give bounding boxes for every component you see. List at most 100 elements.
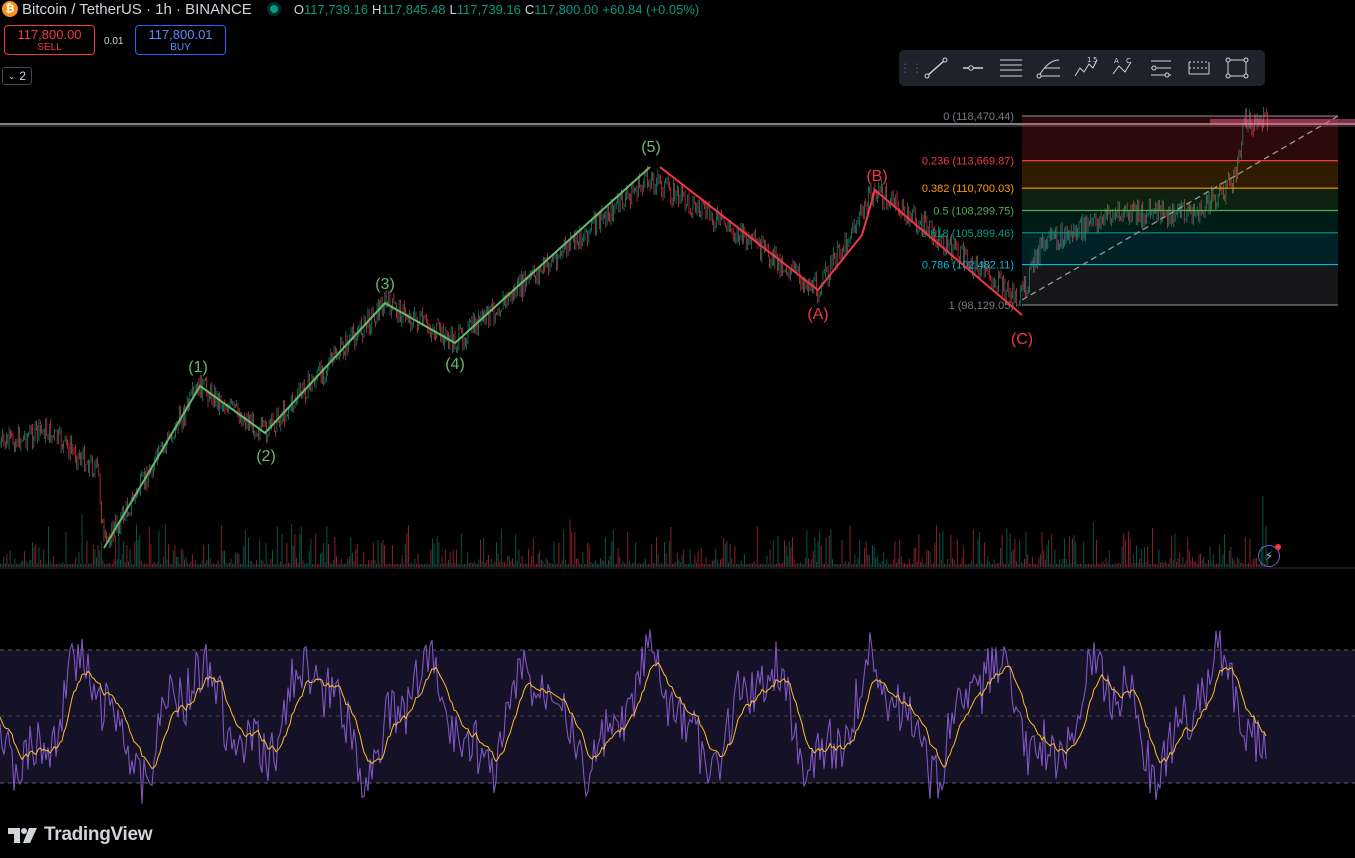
volume-bar <box>713 559 715 567</box>
volume-bar <box>180 548 182 567</box>
volume-bar <box>379 563 381 567</box>
volume-bar <box>60 563 62 567</box>
volume-bar <box>110 563 112 567</box>
volume-bar <box>1132 554 1134 567</box>
volume-bar <box>736 563 737 567</box>
volume-bar <box>992 564 993 567</box>
volume-bar <box>804 557 806 567</box>
volume-bar <box>1116 563 1118 567</box>
sell-button[interactable]: 117,800.00 SELL <box>4 25 95 55</box>
symbol-title[interactable]: Bitcoin / TetherUS · 1h · BINANCE <box>22 1 252 18</box>
volume-bar <box>766 555 768 567</box>
volume-bar <box>720 559 721 567</box>
volume-bar <box>0 563 1 567</box>
volume-bar <box>41 563 43 567</box>
volume-bar <box>374 560 376 567</box>
volume-bar <box>292 545 294 567</box>
indicators-collapse-button[interactable]: ⌄ 2 <box>2 67 32 85</box>
parallel-channel-icon[interactable] <box>992 53 1030 83</box>
volume-bar <box>163 556 165 567</box>
volume-bar <box>315 533 317 567</box>
elliott-impulse-icon[interactable]: 15 <box>1067 53 1105 83</box>
chart-canvas[interactable]: 0 (118,470.44) 0.236 (113,669.87) 0.382 (1… <box>0 0 1355 858</box>
horizontal-ray-icon[interactable] <box>955 53 993 83</box>
volume-bar <box>321 552 323 567</box>
volume-bar <box>524 563 526 567</box>
volume-bar <box>1073 535 1075 567</box>
volume-bar <box>443 563 445 567</box>
volume-bar <box>564 559 566 567</box>
volume-bar <box>876 555 878 567</box>
trend-line-icon[interactable] <box>917 53 955 83</box>
volume-bar <box>56 563 57 567</box>
volume-bar <box>356 543 358 567</box>
volume-bar <box>288 562 289 567</box>
buy-button[interactable]: 117,800.01 BUY <box>135 25 226 55</box>
volume-bar <box>3 556 5 567</box>
volume-bar <box>134 541 136 567</box>
volume-bar <box>897 558 899 567</box>
volume-bar <box>832 559 833 567</box>
volume-bar <box>929 551 931 567</box>
volume-bar <box>710 563 712 567</box>
volume-bar <box>1084 563 1086 567</box>
volume-bar <box>649 563 651 567</box>
volume-bar <box>84 563 86 567</box>
volume-bar <box>886 559 888 567</box>
volume-bar <box>1099 563 1101 567</box>
volume-bar <box>1220 563 1222 567</box>
fib-retracement[interactable]: 0 (118,470.44) 0.236 (113,669.87) 0.382 (1… <box>921 111 1355 312</box>
volume-bar <box>6 553 8 567</box>
elliott-correction-icon[interactable]: AC <box>1105 53 1143 83</box>
volume-bar <box>361 563 363 567</box>
volume-bar <box>187 563 189 567</box>
volume-bar <box>278 563 280 567</box>
volume-bar <box>574 531 576 567</box>
volume-bar <box>1000 547 1001 567</box>
volume-bar <box>147 563 149 567</box>
tradingview-logo-icon <box>8 828 37 843</box>
volume-bar <box>99 550 101 567</box>
volume-bar <box>203 544 205 567</box>
volume-bar <box>497 553 499 567</box>
volume-bar <box>1033 563 1035 567</box>
volume-bar <box>552 563 553 567</box>
volume-bar <box>128 561 129 567</box>
volume-bar <box>196 564 198 567</box>
volume-bar <box>470 562 472 567</box>
volume-bar <box>1044 559 1046 567</box>
volume-bar <box>176 556 177 567</box>
volume-bar <box>198 563 200 567</box>
volume-bar <box>516 560 518 567</box>
grip-icon[interactable]: ⋮⋮ <box>899 61 923 75</box>
volume-bar <box>230 559 232 567</box>
volume-bar <box>537 553 539 567</box>
volume-bar <box>70 563 72 567</box>
volume-bar <box>964 563 966 567</box>
volume-bar <box>1172 560 1174 567</box>
volume-bar <box>494 561 496 567</box>
impulse-wave-label: (1) <box>188 359 208 376</box>
rectangle-icon[interactable] <box>1218 53 1256 83</box>
volume-bar <box>1259 563 1261 567</box>
date-price-range-icon[interactable] <box>1180 53 1218 83</box>
volume-bar <box>1129 538 1131 567</box>
volume-bar <box>1113 563 1115 567</box>
elliott-waves[interactable]: (1) (2) (3) (4) (5) (A) (B) (C) <box>103 139 1033 549</box>
volume-bar <box>406 533 408 567</box>
volume-bar <box>414 558 416 567</box>
fib-retracement-icon[interactable] <box>1030 53 1068 83</box>
volume-bar <box>715 548 717 567</box>
volume-bar <box>481 561 483 567</box>
volume-bar <box>489 563 491 567</box>
volume-bar <box>1128 531 1129 567</box>
volume-bar <box>808 558 809 567</box>
volume-bar <box>81 514 83 567</box>
projection-icon[interactable] <box>1143 53 1181 83</box>
volume-bar <box>312 563 313 567</box>
volume-bar <box>950 534 952 567</box>
volume-bar <box>585 563 587 567</box>
volume-bar <box>1152 527 1153 567</box>
volume-bar <box>892 559 894 567</box>
lightning-icon[interactable]: ⚡ <box>1258 544 1281 567</box>
